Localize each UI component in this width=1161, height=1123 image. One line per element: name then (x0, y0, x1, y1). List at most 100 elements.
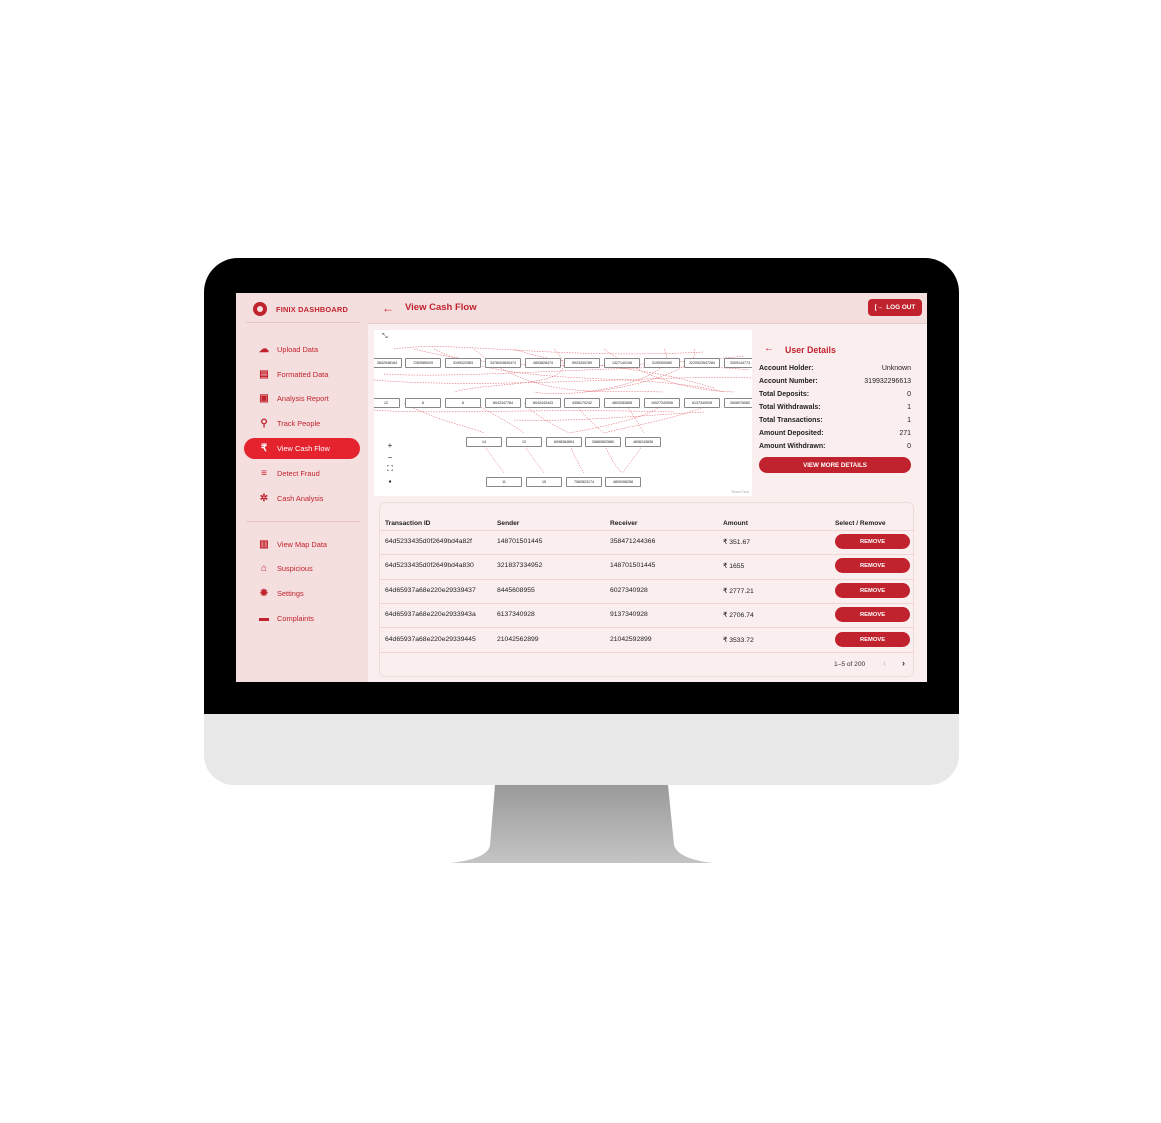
detail-label: Total Deposits: (759, 391, 810, 398)
flow-node[interactable]: 4803282808 (604, 398, 640, 408)
remove-button[interactable]: REMOVE (835, 583, 910, 598)
cell-transaction-id: 64d5233435d0f2649bd4a830 (385, 562, 474, 569)
flow-node[interactable]: 9923430789 (564, 358, 600, 368)
sidebar-item-complaints[interactable]: ▬ Complaints (244, 608, 360, 628)
sidebar-item-label: Complaints (277, 613, 314, 623)
lock-icon[interactable]: ▪ (385, 476, 395, 486)
flow-node[interactable]: 8 (445, 398, 481, 408)
sidebar-item-track-people[interactable]: ⚲ Track People (244, 413, 360, 433)
flow-node[interactable]: 15 (526, 477, 562, 487)
fit-view-icon[interactable]: ⛶ (385, 464, 395, 474)
flow-node[interactable]: 6137340928 (684, 398, 720, 408)
zoom-out-icon[interactable]: − (385, 452, 395, 462)
flow-node[interactable]: 4805398258 (605, 477, 641, 487)
prev-page-icon[interactable]: ‹ (883, 658, 886, 668)
cash-flow-graph[interactable]: ⤡ 3842948164 7283989029 3199322983 34780… (374, 330, 752, 496)
flow-node[interactable]: 8 (405, 398, 441, 408)
expand-icon[interactable]: ⤡ (382, 333, 388, 341)
brand[interactable]: FINIX DASHBOARD (253, 302, 348, 316)
sidebar-item-detect-fraud[interactable]: ≡ Detect Fraud (244, 463, 360, 483)
sidebar-item-label: Cash Analysis (277, 493, 324, 503)
cell-transaction-id: 64d65937a68e220e29339437 (385, 587, 476, 594)
sidebar-item-formatted-data[interactable]: ▤ Formatted Data (244, 364, 360, 384)
flow-node[interactable]: 7283989029 (405, 358, 441, 368)
pagination-range: 1–5 of 200 (834, 661, 866, 668)
sidebar-item-view-map-data[interactable]: ▥ View Map Data (244, 534, 360, 554)
react-flow-attribution[interactable]: React Flow (731, 490, 749, 494)
flow-node[interactable]: 1327140108 (604, 358, 640, 368)
document-icon: ▤ (259, 368, 269, 380)
remove-button[interactable]: REMOVE (835, 607, 910, 622)
detail-value: 319932296613 (864, 378, 911, 385)
sidebar-item-label: Track People (277, 418, 321, 428)
flow-node[interactable]: 3309144773 (724, 358, 752, 368)
next-page-icon[interactable]: › (902, 658, 905, 668)
detail-row: Amount Deposited: 271 (759, 430, 911, 437)
column-header[interactable]: Receiver (610, 520, 638, 527)
flow-node[interactable]: 3199322983 (445, 358, 481, 368)
flow-node[interactable]: 4358170242 (564, 398, 600, 408)
detail-row: Total Transactions: 1 (759, 417, 911, 424)
flow-node[interactable]: 3842948164 (374, 358, 402, 368)
detail-row: Amount Withdrawn: 0 (759, 443, 911, 450)
sidebar-item-label: View Map Data (277, 539, 327, 549)
sidebar-item-upload-data[interactable]: ☁ Upload Data (244, 339, 360, 359)
flow-node[interactable]: 26880802880 (585, 437, 621, 447)
column-header[interactable]: Amount (723, 520, 748, 527)
detail-value: Unknown (881, 365, 911, 372)
sidebar-item-analysis-report[interactable]: ▣ Analysis Report (244, 388, 360, 408)
detail-value: 0 (907, 391, 911, 398)
flow-node[interactable]: 4893828474 (525, 358, 561, 368)
cell-receiver: 358471244366 (610, 538, 656, 545)
detail-label: Total Transactions: (759, 417, 823, 424)
flow-node[interactable]: 13 (506, 437, 542, 447)
detail-label: Account Holder: (759, 365, 814, 372)
detail-label: Amount Withdrawn: (759, 443, 826, 450)
row-divider (380, 603, 915, 604)
sidebar-item-settings[interactable]: ✹ Settings (244, 583, 360, 603)
sidebar-divider (246, 521, 360, 522)
column-header[interactable]: Transaction ID (385, 520, 430, 527)
flow-node[interactable]: 14 (466, 437, 502, 447)
detail-value: 271 (899, 430, 911, 437)
detail-row: Total Deposits: 0 (759, 391, 911, 398)
flow-node[interactable]: 3478003830474 (485, 358, 521, 368)
sidebar: FINIX DASHBOARD ☁ Upload Data ▤ Formatte… (236, 293, 368, 682)
flow-node[interactable]: 8042347784 (485, 398, 521, 408)
flow-edges (374, 346, 752, 474)
filter-search-icon: ≡ (261, 467, 267, 479)
flow-node[interactable]: 3220923947284 (684, 358, 720, 368)
sidebar-item-suspicious[interactable]: ⌂ Suspicious (244, 558, 360, 578)
flow-node[interactable]: 12 (374, 398, 400, 408)
detail-value: 1 (907, 417, 911, 424)
column-header[interactable]: Select / Remove (835, 520, 886, 527)
flow-node[interactable]: 4836243836 (625, 437, 661, 447)
flow-node[interactable]: 11 (486, 477, 522, 487)
sidebar-item-cash-analysis[interactable]: ✲ Cash Analysis (244, 488, 360, 508)
zoom-in-icon[interactable]: + (385, 440, 395, 450)
remove-button[interactable]: REMOVE (835, 534, 910, 549)
flow-node[interactable]: 6098384894 (546, 437, 582, 447)
cell-transaction-id: 64d65937a68e220e2933943a (385, 611, 476, 618)
view-more-details-button[interactable]: VIEW MORE DETAILS (759, 457, 911, 473)
back-arrow-icon[interactable]: ← (764, 343, 774, 354)
cell-amount: ₹ 351.67 (723, 539, 751, 546)
flow-node[interactable]: 3199300080 (644, 358, 680, 368)
flow-node[interactable]: 7082823174 (566, 477, 602, 487)
cell-sender: 321837334952 (497, 562, 543, 569)
row-divider (380, 530, 915, 531)
cell-receiver: 148701501445 (610, 562, 656, 569)
logout-button[interactable]: [→ LOG OUT (868, 299, 922, 316)
sidebar-divider (246, 322, 360, 323)
flow-node[interactable]: 19027343906 (644, 398, 680, 408)
remove-button[interactable]: REMOVE (835, 632, 910, 647)
column-header[interactable]: Sender (497, 520, 519, 527)
detail-label: Account Number: (759, 378, 818, 385)
chat-icon: ▬ (259, 612, 269, 624)
back-arrow-icon[interactable]: ← (382, 301, 394, 315)
clipboard-icon: ▣ (259, 392, 269, 404)
flow-node[interactable]: 2608076082 (724, 398, 752, 408)
sidebar-item-view-cash-flow[interactable]: ₹ View Cash Flow (244, 438, 360, 459)
remove-button[interactable]: REMOVE (835, 558, 910, 573)
flow-node[interactable]: 8042443443 (525, 398, 561, 408)
